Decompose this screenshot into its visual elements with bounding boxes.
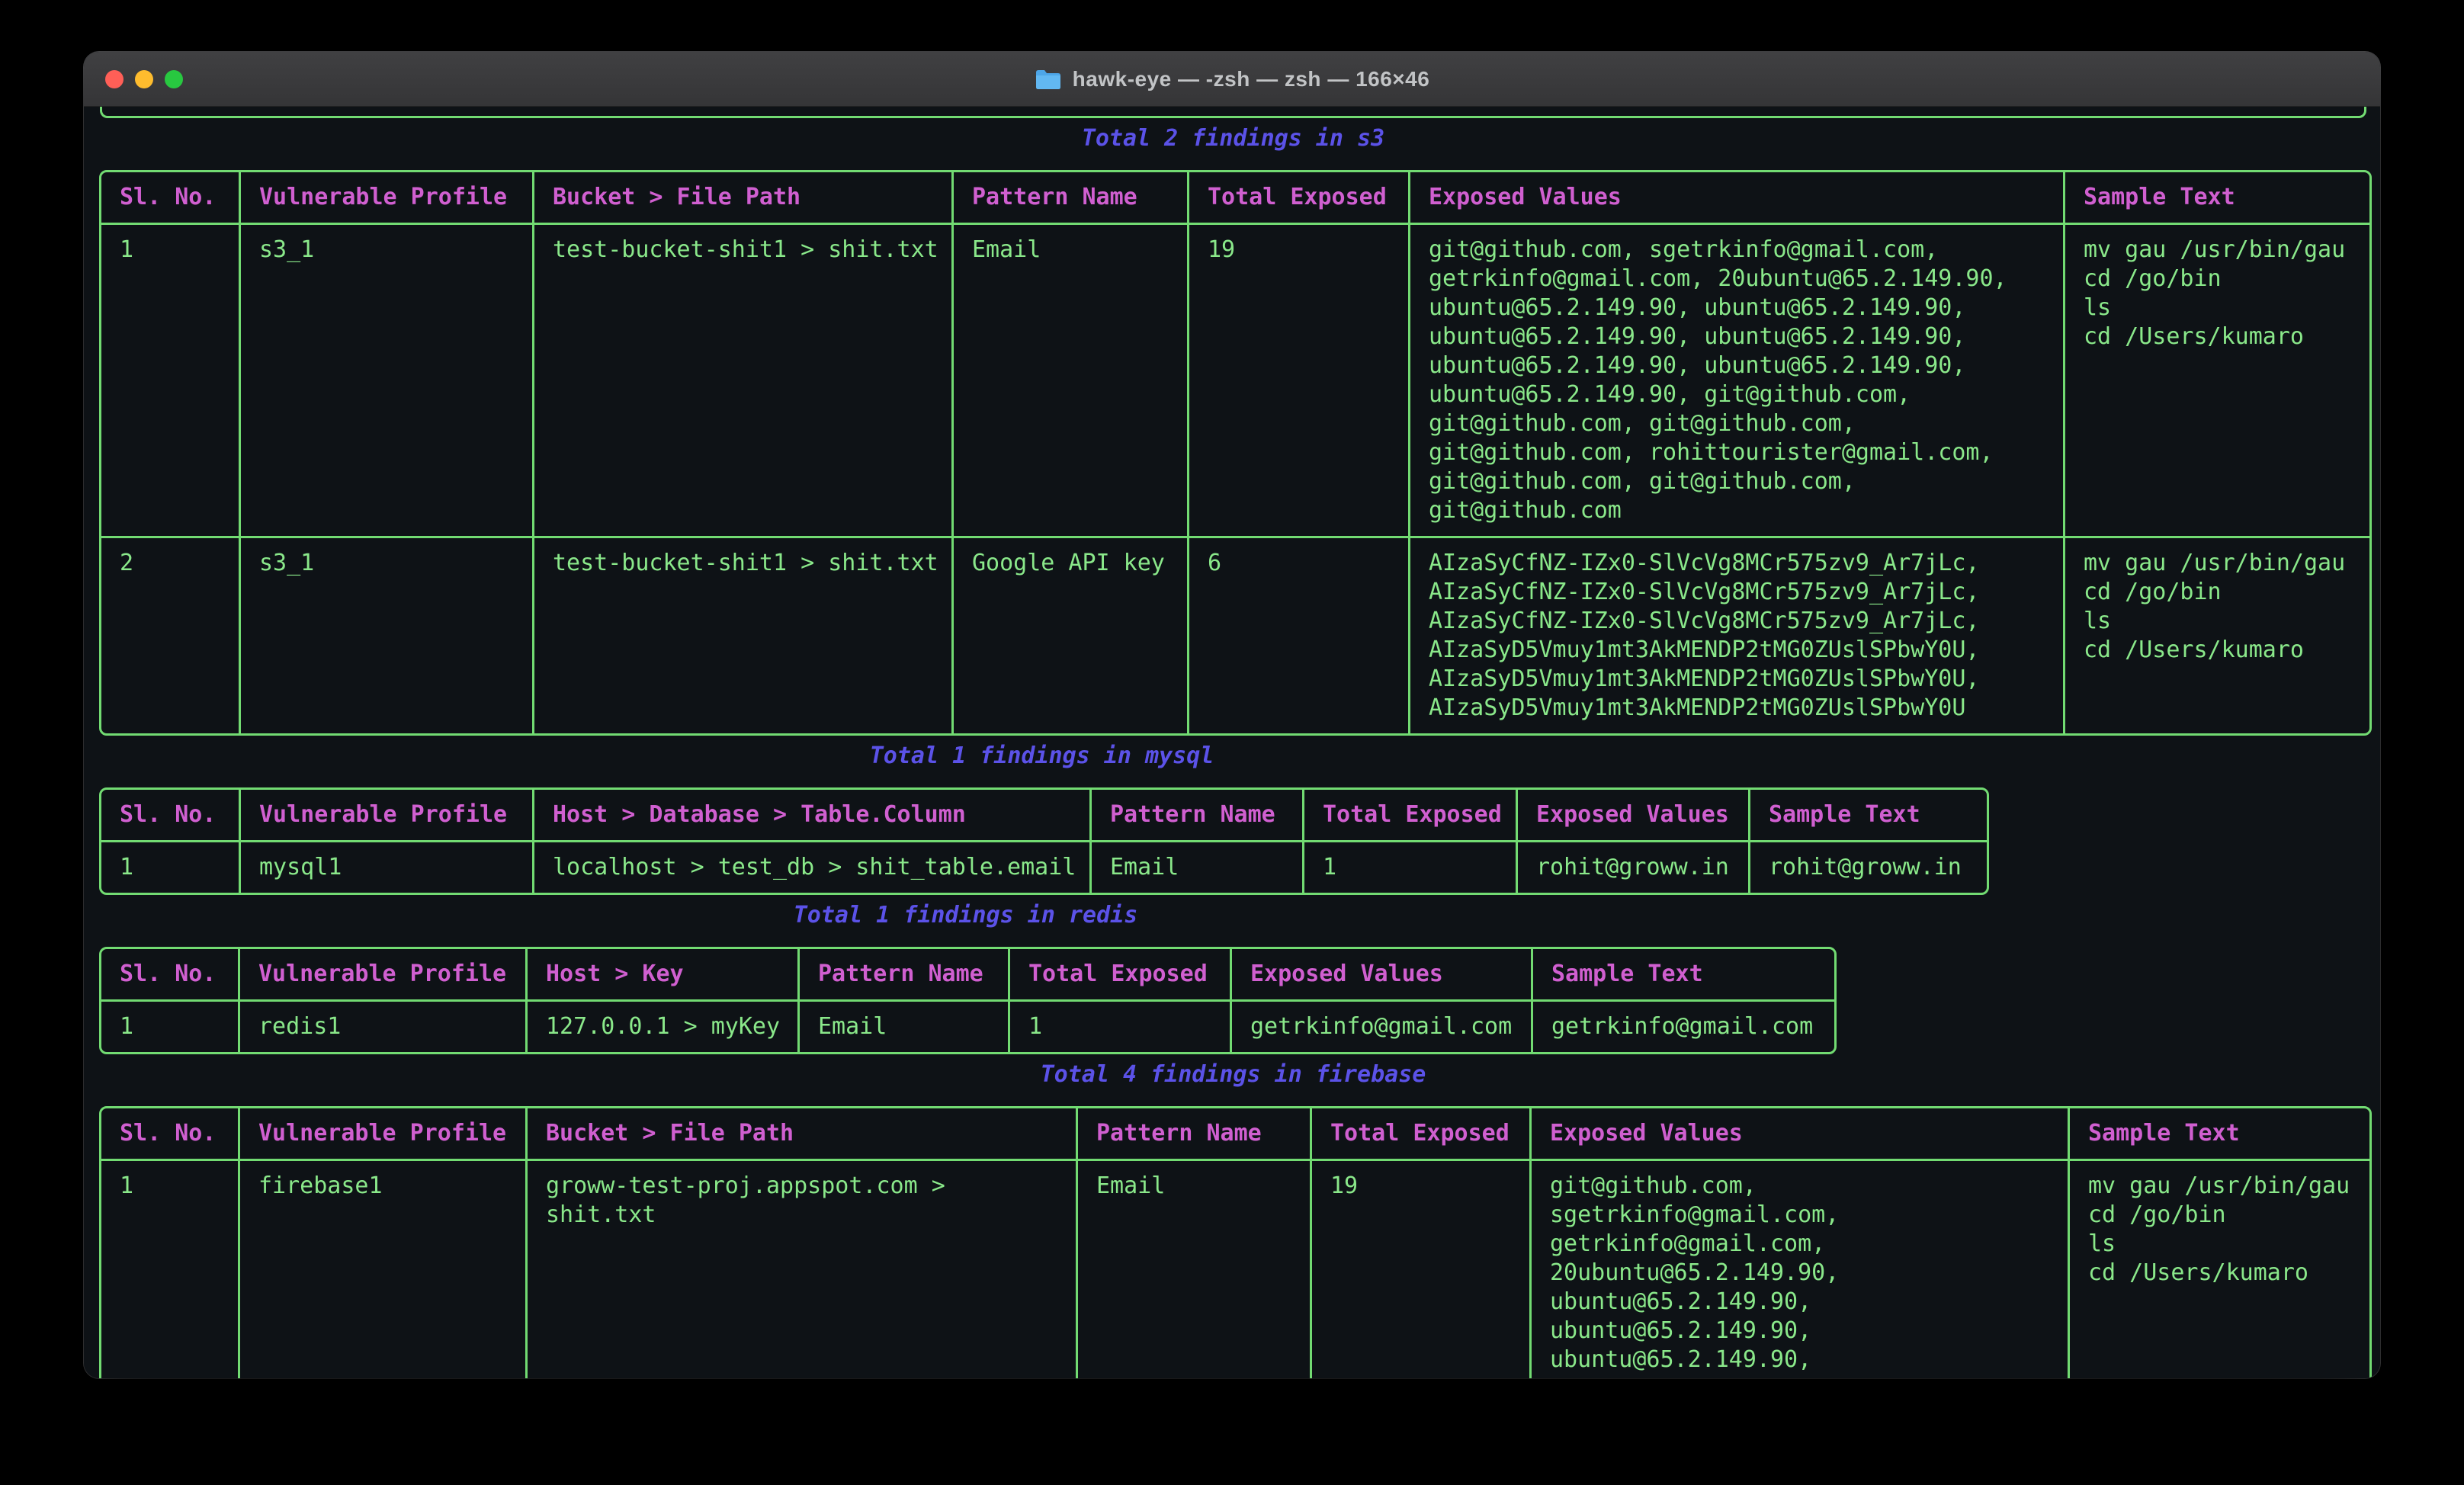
column-header: Total Exposed bbox=[1302, 790, 1516, 842]
column-header: Sl. No. bbox=[101, 949, 238, 1002]
section-title-firebase: Total 4 findings in firebase bbox=[99, 1060, 2367, 1089]
minimize-button[interactable] bbox=[135, 70, 153, 88]
table-header-row: Sl. No. Vulnerable Profile Host > Databa… bbox=[101, 790, 1987, 842]
section-title-redis: Total 1 findings in redis bbox=[99, 901, 1832, 930]
column-header: Sl. No. bbox=[101, 172, 239, 225]
close-button[interactable] bbox=[105, 70, 124, 88]
column-header: Vulnerable Profile bbox=[238, 949, 525, 1002]
table-row: 2 s3_1 test-bucket-shit1 > shit.txt Goog… bbox=[101, 536, 2369, 733]
column-header: Total Exposed bbox=[1310, 1108, 1529, 1161]
table-cell: 1 bbox=[101, 225, 239, 536]
table-cell: git@github.com, sgetrkinfo@gmail.com, ge… bbox=[1408, 225, 2063, 536]
redis-findings-table: Sl. No. Vulnerable Profile Host > Key Pa… bbox=[99, 947, 1837, 1054]
table-row: 1 mysql1 localhost > test_db > shit_tabl… bbox=[101, 842, 1987, 893]
table-cell: mv gau /usr/bin/gau cd /go/bin ls cd /Us… bbox=[2063, 225, 2369, 536]
table-cell: 1 bbox=[101, 842, 239, 893]
column-header: Sl. No. bbox=[101, 1108, 238, 1161]
redis-findings-section: Total 1 findings in redis Sl. No. Vulner… bbox=[99, 901, 2380, 1054]
window-titlebar[interactable]: hawk-eye — -zsh — zsh — 166×46 bbox=[84, 52, 2380, 107]
column-header: Vulnerable Profile bbox=[238, 1108, 525, 1161]
table-cell: 1 bbox=[101, 1002, 238, 1052]
table-cell: rohit@groww.in bbox=[1748, 842, 1987, 893]
section-title-s3: Total 2 findings in s3 bbox=[99, 124, 2367, 153]
table-cell: mysql1 bbox=[239, 842, 532, 893]
column-header: Pattern Name bbox=[797, 949, 1008, 1002]
window-title-text: hawk-eye — -zsh — zsh — 166×46 bbox=[1073, 67, 1430, 91]
column-header: Sl. No. bbox=[101, 790, 239, 842]
table-cell: test-bucket-shit1 > shit.txt bbox=[532, 536, 951, 733]
table-cell: 19 bbox=[1310, 1161, 1529, 1378]
column-header: Host > Database > Table.Column bbox=[532, 790, 1089, 842]
section-title-mysql: Total 1 findings in mysql bbox=[99, 742, 1984, 771]
column-header: Exposed Values bbox=[1516, 790, 1748, 842]
table-cell: git@github.com, sgetrkinfo@gmail.com, ge… bbox=[1529, 1161, 2068, 1378]
table-row: 1 firebase1 groww-test-proj.appspot.com … bbox=[101, 1161, 2369, 1378]
previous-table-partial-border bbox=[100, 107, 2366, 118]
table-cell: s3_1 bbox=[239, 536, 532, 733]
table-cell: 1 bbox=[101, 1161, 238, 1378]
table-header-row: Sl. No. Vulnerable Profile Bucket > File… bbox=[101, 1108, 2369, 1161]
table-cell: 1 bbox=[1008, 1002, 1230, 1052]
column-header: Sample Text bbox=[2063, 172, 2369, 225]
column-header: Exposed Values bbox=[1230, 949, 1531, 1002]
mysql-findings-table: Sl. No. Vulnerable Profile Host > Databa… bbox=[99, 787, 1989, 895]
table-cell: groww-test-proj.appspot.com > shit.txt bbox=[525, 1161, 1076, 1378]
table-cell: Email bbox=[797, 1002, 1008, 1052]
table-cell: redis1 bbox=[238, 1002, 525, 1052]
column-header: Bucket > File Path bbox=[532, 172, 951, 225]
traffic-lights bbox=[105, 52, 183, 107]
mysql-findings-section: Total 1 findings in mysql Sl. No. Vulner… bbox=[99, 742, 2380, 895]
table-header-row: Sl. No. Vulnerable Profile Bucket > File… bbox=[101, 172, 2369, 225]
column-header: Total Exposed bbox=[1008, 949, 1230, 1002]
column-header: Vulnerable Profile bbox=[239, 172, 532, 225]
table-cell: firebase1 bbox=[238, 1161, 525, 1378]
column-header: Pattern Name bbox=[951, 172, 1187, 225]
table-cell: Email bbox=[1076, 1161, 1310, 1378]
table-cell: mv gau /usr/bin/gau cd /go/bin ls cd /Us… bbox=[2063, 536, 2369, 733]
table-cell: Email bbox=[951, 225, 1187, 536]
table-cell: s3_1 bbox=[239, 225, 532, 536]
zoom-button[interactable] bbox=[165, 70, 183, 88]
column-header: Sample Text bbox=[2068, 1108, 2369, 1161]
column-header: Bucket > File Path bbox=[525, 1108, 1076, 1161]
table-cell: 19 bbox=[1187, 225, 1408, 536]
table-cell: 127.0.0.1 > myKey bbox=[525, 1002, 797, 1052]
terminal-window: hawk-eye — -zsh — zsh — 166×46 Total 2 f… bbox=[84, 52, 2380, 1378]
firebase-findings-section: Total 4 findings in firebase Sl. No. Vul… bbox=[99, 1060, 2380, 1378]
table-cell: localhost > test_db > shit_table.email bbox=[532, 842, 1089, 893]
folder-icon bbox=[1035, 68, 1062, 91]
column-header: Exposed Values bbox=[1529, 1108, 2068, 1161]
column-header: Exposed Values bbox=[1408, 172, 2063, 225]
firebase-findings-table: Sl. No. Vulnerable Profile Bucket > File… bbox=[99, 1106, 2372, 1378]
table-cell: rohit@groww.in bbox=[1516, 842, 1748, 893]
table-cell: Google API key bbox=[951, 536, 1187, 733]
table-cell: getrkinfo@gmail.com bbox=[1230, 1002, 1531, 1052]
column-header: Host > Key bbox=[525, 949, 797, 1002]
table-cell: 2 bbox=[101, 536, 239, 733]
table-cell: test-bucket-shit1 > shit.txt bbox=[532, 225, 951, 536]
column-header: Pattern Name bbox=[1089, 790, 1302, 842]
column-header: Sample Text bbox=[1531, 949, 1834, 1002]
column-header: Pattern Name bbox=[1076, 1108, 1310, 1161]
s3-findings-section: Total 2 findings in s3 Sl. No. Vulnerabl… bbox=[99, 124, 2380, 736]
table-cell: 1 bbox=[1302, 842, 1516, 893]
window-title: hawk-eye — -zsh — zsh — 166×46 bbox=[1035, 67, 1430, 91]
table-row: 1 redis1 127.0.0.1 > myKey Email 1 getrk… bbox=[101, 1002, 1834, 1052]
column-header: Total Exposed bbox=[1187, 172, 1408, 225]
column-header: Sample Text bbox=[1748, 790, 1987, 842]
s3-findings-table: Sl. No. Vulnerable Profile Bucket > File… bbox=[99, 170, 2372, 736]
table-cell: getrkinfo@gmail.com bbox=[1531, 1002, 1834, 1052]
table-cell: AIzaSyCfNZ-IZx0-SlVcVg8MCr575zv9_Ar7jLc,… bbox=[1408, 536, 2063, 733]
table-header-row: Sl. No. Vulnerable Profile Host > Key Pa… bbox=[101, 949, 1834, 1002]
table-row: 1 s3_1 test-bucket-shit1 > shit.txt Emai… bbox=[101, 225, 2369, 536]
column-header: Vulnerable Profile bbox=[239, 790, 532, 842]
terminal-content: Total 2 findings in s3 Sl. No. Vulnerabl… bbox=[84, 107, 2380, 1378]
table-cell: mv gau /usr/bin/gau cd /go/bin ls cd /Us… bbox=[2068, 1161, 2369, 1378]
table-cell: 6 bbox=[1187, 536, 1408, 733]
table-cell: Email bbox=[1089, 842, 1302, 893]
